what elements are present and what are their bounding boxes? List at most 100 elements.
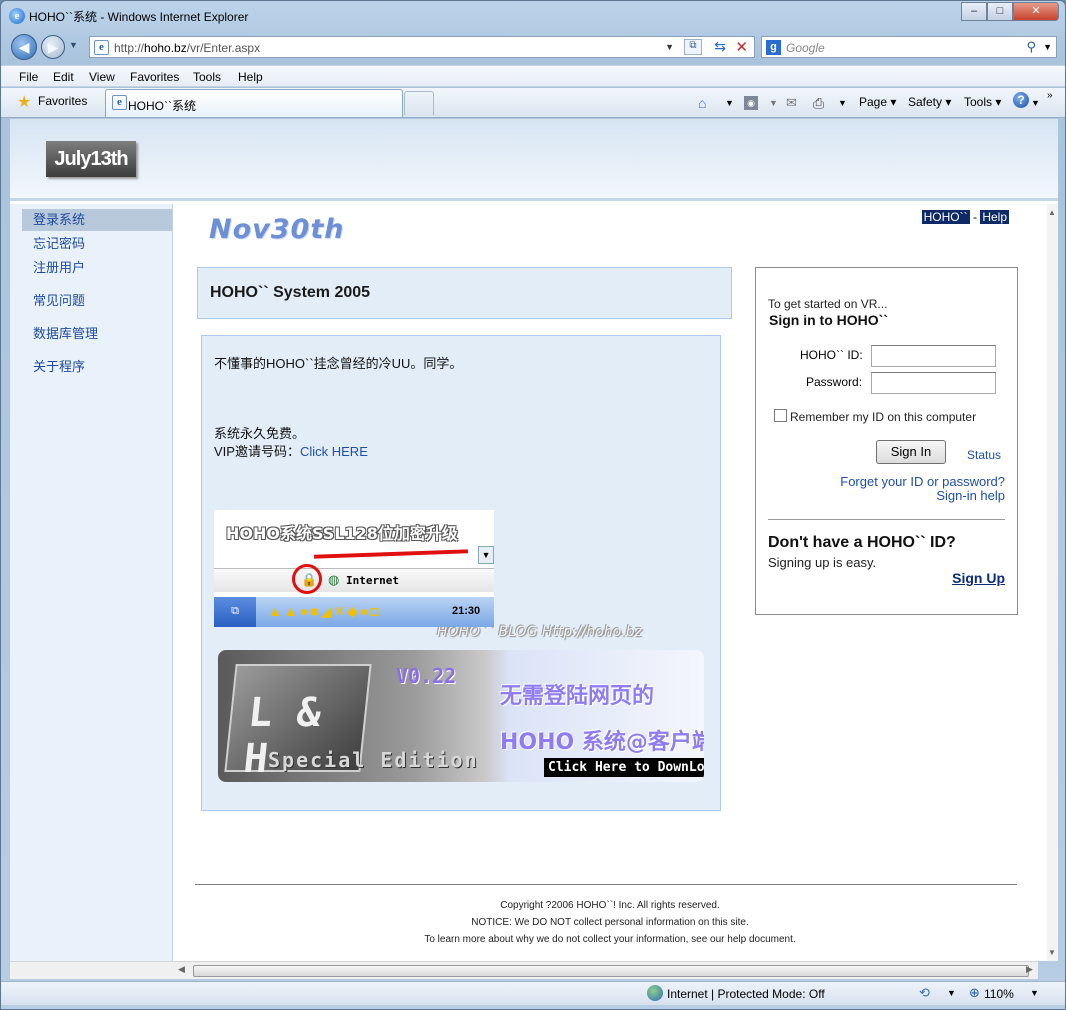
help-link[interactable]: Help xyxy=(980,210,1009,224)
back-button[interactable]: ◀ xyxy=(11,34,37,60)
page-icon: e xyxy=(94,40,109,55)
system-title-box: HOHO`` System 2005 xyxy=(197,267,732,319)
feeds-dropdown-icon[interactable]: ▼ xyxy=(769,98,778,108)
ssl-banner-title: HOHO系统SSL128位加密升级 xyxy=(226,524,458,543)
horizontal-scroll-thumb[interactable] xyxy=(193,965,1029,977)
site-logo: July13th xyxy=(46,141,136,177)
window-title: HOHO``系统 - Windows Internet Explorer xyxy=(29,10,249,24)
more-commands-icon[interactable]: » xyxy=(1047,90,1053,101)
page-menu[interactable]: Page ▾ xyxy=(859,95,896,109)
menu-favorites[interactable]: Favorites xyxy=(130,70,179,84)
ssl-banner: HOHO系统SSL128位加密升级 ▼ 🔒 ◍ Internet ⧉ ▲▲●■◢… xyxy=(214,510,494,627)
menu-file[interactable]: File xyxy=(19,70,38,84)
download-line2: HOHO 系统@客户端 xyxy=(500,730,704,755)
address-bar[interactable]: e http://hoho.bz/vr/Enter.aspx ▼ ⧉ ⇆ ✕ xyxy=(89,36,755,58)
print-icon[interactable]: ⎙ xyxy=(813,95,824,112)
scroll-up-icon[interactable]: ▲ xyxy=(1048,208,1056,217)
sidebar-item-database[interactable]: 数据库管理 xyxy=(22,323,172,345)
mail-icon[interactable]: ✉ xyxy=(786,95,797,111)
search-box[interactable]: g Google ⚲ ▼ xyxy=(761,36,1057,58)
print-dropdown-icon[interactable]: ▼ xyxy=(838,98,847,108)
site-header: July13th xyxy=(10,119,1058,201)
ssl-banner-header: HOHO系统SSL128位加密升级 ▼ xyxy=(214,510,494,565)
sidebar: 登录系统 忘记密码 注册用户 常见问题 数据库管理 关于程序 xyxy=(10,204,173,961)
zoom-dropdown-icon[interactable]: ▼ xyxy=(1030,988,1039,998)
title-bar: e HOHO``系统 - Windows Internet Explorer –… xyxy=(1,1,1065,31)
status-link[interactable]: Status xyxy=(967,448,1001,462)
ssl-scroll-arrow-icon: ▼ xyxy=(478,546,494,564)
feeds-icon[interactable]: ◉ xyxy=(744,96,758,110)
remember-checkbox[interactable] xyxy=(774,409,787,422)
tab-title: HOHO``系统 xyxy=(128,99,196,113)
menu-tools[interactable]: Tools xyxy=(193,70,221,84)
id-input[interactable] xyxy=(871,345,996,367)
scroll-down-icon[interactable]: ▼ xyxy=(1048,948,1056,957)
sidebar-item-login[interactable]: 登录系统 xyxy=(22,209,172,231)
download-cta[interactable]: Click Here to DownLoad xyxy=(544,758,704,777)
stop-icon[interactable]: ✕ xyxy=(735,38,748,56)
home-dropdown-icon[interactable]: ▼ xyxy=(725,98,734,108)
protected-mode-icon[interactable]: ⟲ xyxy=(919,985,930,1001)
sidebar-item-about[interactable]: 关于程序 xyxy=(22,356,172,378)
help-icon[interactable]: ? xyxy=(1013,92,1029,108)
taskbar-start-icon: ⧉ xyxy=(214,597,256,627)
tools-menu[interactable]: Tools ▾ xyxy=(964,95,1001,109)
recent-pages-dropdown-icon[interactable]: ▼ xyxy=(69,40,78,50)
status-bar: Internet | Protected Mode: Off ⟲ ▼ ⊕ 110… xyxy=(1,981,1065,1005)
address-dropdown-icon[interactable]: ▼ xyxy=(665,42,674,52)
signin-help-link[interactable]: Sign-in help xyxy=(936,488,1005,503)
tab-current[interactable]: e HOHO``系统 xyxy=(105,89,403,117)
signup-link[interactable]: Sign Up xyxy=(952,570,1005,586)
horizontal-scrollbar[interactable]: ◀ ▶ xyxy=(10,961,1038,979)
password-input[interactable] xyxy=(871,372,996,394)
scroll-right-icon[interactable]: ▶ xyxy=(1026,964,1033,975)
search-input[interactable]: Google xyxy=(786,41,825,55)
new-tab-button[interactable] xyxy=(404,91,434,115)
forward-button[interactable]: ▶ xyxy=(41,35,65,59)
footer-notice: NOTICE: We DO NOT collect personal infor… xyxy=(471,917,749,928)
sidebar-item-forgot-password[interactable]: 忘记密码 xyxy=(22,233,172,255)
favorites-star-icon[interactable]: ★ xyxy=(17,92,31,112)
menu-edit[interactable]: Edit xyxy=(53,70,74,84)
search-options-icon[interactable]: ▼ xyxy=(1043,42,1052,52)
intro-text: 不懂事的HOHO``挂念曾经的冷UU。同学。 xyxy=(214,356,463,371)
help-dropdown-icon[interactable]: ▼ xyxy=(1031,98,1040,108)
download-line1: 无需登陆网页的 xyxy=(500,684,655,709)
close-button[interactable]: ✕ xyxy=(1013,2,1059,21)
hoho-link[interactable]: HOHO`` xyxy=(921,210,970,224)
safety-menu[interactable]: Safety ▾ xyxy=(908,95,951,109)
no-id-heading: Don't have a HOHO`` ID? xyxy=(768,534,956,551)
signin-button[interactable]: Sign In xyxy=(876,440,946,464)
signin-heading: Sign in to HOHO`` xyxy=(769,312,888,328)
footer-learn-more: To learn more about why we do not collec… xyxy=(424,934,796,945)
favorites-bar: ★ Favorites e HOHO``系统 ⌂ ▼ ◉ ▼ ✉ ⎙ ▼ Pag… xyxy=(1,88,1065,118)
signin-intro: To get started on VR... xyxy=(768,297,888,311)
zone-dropdown-icon[interactable]: ▼ xyxy=(947,988,956,998)
compatibility-view-icon[interactable]: ⧉ xyxy=(684,39,702,55)
home-icon[interactable]: ⌂ xyxy=(698,95,706,111)
sidebar-item-register[interactable]: 注册用户 xyxy=(22,257,172,279)
maximize-button[interactable]: □ xyxy=(987,2,1013,21)
signin-panel: To get started on VR... Sign in to HOHO`… xyxy=(755,267,1018,615)
scroll-left-icon[interactable]: ◀ xyxy=(178,964,185,975)
search-icon[interactable]: ⚲ xyxy=(1026,39,1036,55)
zoom-level[interactable]: 110% xyxy=(984,987,1014,1001)
favorites-button[interactable]: Favorites xyxy=(38,94,87,108)
refresh-icon[interactable]: ⇆ xyxy=(714,38,726,55)
menu-view[interactable]: View xyxy=(89,70,115,84)
brand-title: Nov30th xyxy=(209,214,345,245)
minimize-button[interactable]: – xyxy=(961,2,987,21)
vip-link[interactable]: Click HERE xyxy=(300,444,368,459)
sidebar-item-faq[interactable]: 常见问题 xyxy=(22,290,172,312)
footer-divider xyxy=(195,884,1017,885)
menu-help[interactable]: Help xyxy=(238,70,263,84)
remember-label: Remember my ID on this computer xyxy=(790,410,977,424)
download-banner[interactable]: L & H Special Edition V0.22 无需登陆网页的 HOHO… xyxy=(218,650,704,782)
zoom-icon[interactable]: ⊕ xyxy=(969,985,980,1001)
ssl-zone-text: Internet xyxy=(346,574,399,587)
special-edition-text: Special Edition xyxy=(268,748,479,772)
ie-logo-icon: e xyxy=(9,8,25,24)
forgot-link[interactable]: Forget your ID or password? xyxy=(840,474,1005,489)
zone-text[interactable]: Internet | Protected Mode: Off xyxy=(667,987,825,1001)
vertical-scrollbar[interactable]: ▲ ▼ xyxy=(1047,204,1058,961)
